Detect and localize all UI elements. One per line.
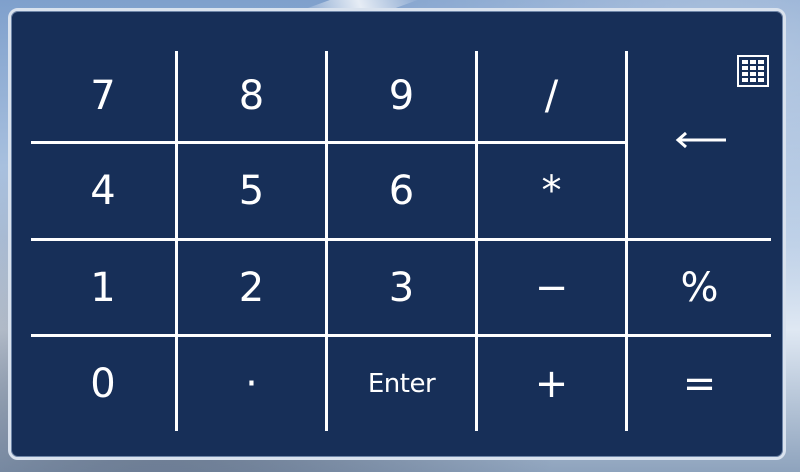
key-3[interactable]: 3 <box>328 241 475 334</box>
key-8[interactable]: 8 <box>178 51 325 141</box>
keyboard-icon-cell <box>742 66 748 70</box>
keyboard-icon[interactable] <box>737 55 769 87</box>
key-divide[interactable]: / <box>478 51 625 141</box>
key-9[interactable]: 9 <box>328 51 475 141</box>
keyboard-icon-cell <box>758 78 764 82</box>
keyboard-icon-cell <box>750 66 756 70</box>
keyboard-icon-cell <box>758 72 764 76</box>
key-equals[interactable]: = <box>628 337 771 431</box>
key-7[interactable]: 7 <box>31 51 175 141</box>
key-percent[interactable]: % <box>628 241 771 334</box>
key-4[interactable]: 4 <box>31 144 175 238</box>
key-enter[interactable]: Enter <box>328 337 475 431</box>
keyboard-icon-cell <box>750 60 756 64</box>
key-1[interactable]: 1 <box>31 241 175 334</box>
keyboard-icon-cell <box>742 60 748 64</box>
key-5[interactable]: 5 <box>178 144 325 238</box>
key-plus[interactable]: + <box>478 337 625 431</box>
numeric-keypad-panel: 7 8 9 / 4 5 6 * 1 2 3 − % 0 · Enter + = <box>8 8 786 460</box>
keyboard-icon-cell <box>750 78 756 82</box>
key-multiply[interactable]: * <box>478 144 625 238</box>
keyboard-icon-cell <box>750 72 756 76</box>
key-decimal[interactable]: · <box>178 337 325 431</box>
keyboard-icon-cell <box>742 72 748 76</box>
backspace-arrow-icon <box>675 131 726 149</box>
backspace-key[interactable] <box>672 126 728 154</box>
key-2[interactable]: 2 <box>178 241 325 334</box>
key-6[interactable]: 6 <box>328 144 475 238</box>
keyboard-icon-cell <box>758 66 764 70</box>
keyboard-icon-cell <box>758 60 764 64</box>
key-0[interactable]: 0 <box>31 337 175 431</box>
keyboard-icon-cell <box>742 78 748 82</box>
key-minus[interactable]: − <box>478 241 625 334</box>
